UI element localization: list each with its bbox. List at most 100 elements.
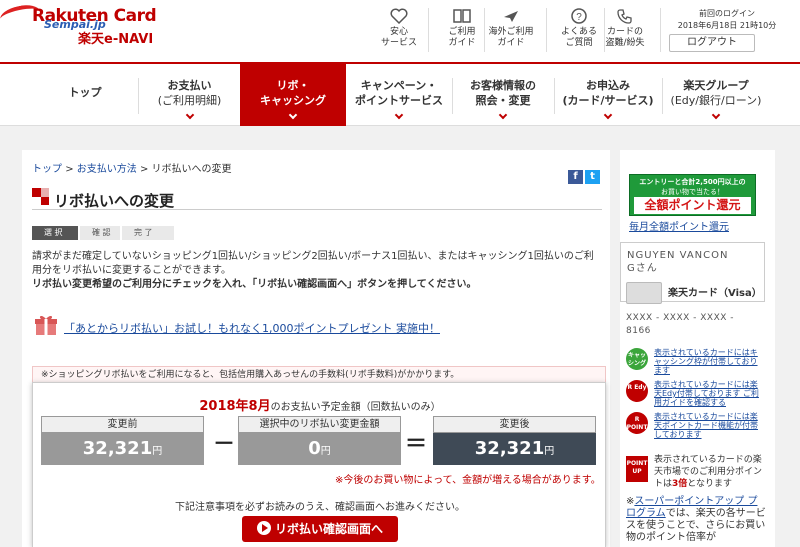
gift-icon (35, 315, 57, 335)
promo-link[interactable]: 「あとからリボ払い」お試し！もれなく1,000ポイントプレゼント 実施中！ (64, 320, 440, 336)
last-login: 前回のログイン 2018年6月18日 21時10分 (672, 8, 782, 32)
header-link-label: カードの 盗難/紛失 (605, 27, 645, 48)
banner-headline: 全額ポイント還元 (634, 197, 751, 214)
card-number: XXXX - XXXX - XXXX - 8166 (626, 313, 735, 336)
step-confirm: 確 認 (80, 226, 120, 240)
main-nav: トップ お支払い (ご利用明細) リボ・ キャッシング キャンペーン・ ポイント… (0, 62, 800, 126)
sidebar: エントリーと合計2,500円以上の お買い物で当たる！ 全額ポイント還元 毎月全… (620, 150, 775, 547)
description: 請求がまだ確定していないショッピング1回払い/ショッピング2回払い/ボーナス1回… (32, 250, 602, 292)
header-link-label: よくある ご質問 (560, 27, 597, 48)
nav-label: リボ・ (276, 79, 310, 92)
payment-heading-text: のお支払い予定金額（回数払いのみ） (270, 402, 441, 413)
banner-line-1: エントリーと合計2,500円以上の (639, 178, 746, 186)
last-login-time: 2018年6月18日 21時10分 (677, 21, 777, 30)
play-icon (256, 521, 271, 535)
header-link-label: ご利用 ガイド (448, 27, 476, 48)
before-change-box: 変更前 32,321円 (41, 416, 204, 466)
service-point-link[interactable]: 表示されているカードには楽天ポイントカード機能が付帯しております (654, 412, 760, 439)
nav-label: キャンペーン・ (360, 79, 438, 92)
user-name: NGUYEN VANCON (627, 250, 729, 261)
selected-amount-box: 選択中のリボ払い変更金額 0円 (238, 416, 401, 466)
revolving-confirm-label: リボ払い確認画面へ (274, 522, 383, 536)
logo-subtitle[interactable]: 楽天e-NAVI (78, 28, 153, 47)
nav-revolving-cashing[interactable]: リボ・ キャッシング (240, 64, 346, 126)
breadcrumb: トップ > お支払い方法 > リボ払いへの変更 (32, 160, 232, 175)
divider (546, 8, 547, 52)
breadcrumb-top[interactable]: トップ (32, 164, 62, 175)
payment-summary-card: 2018年8月のお支払い予定金額（回数払いのみ） 変更前 32,321円 － 選… (32, 382, 606, 547)
nav-label: お支払い (167, 79, 212, 92)
book-icon (453, 9, 471, 23)
nav-label: お客様情報の (470, 79, 536, 92)
breadcrumb-current: リボ払いへの変更 (151, 164, 232, 175)
point-up-info: POINT UP 表示されているカードの楽天市場でのご利用分ポイントは3倍となり… (620, 452, 765, 496)
nav-sublabel: (Edy/銀行/ローン) (670, 94, 762, 107)
selected-amount-label: 選択中のリボ払い変更金額 (238, 416, 401, 433)
campaign-link[interactable]: 毎月全額ポイント還元 (629, 218, 729, 233)
point-up-icon: POINT UP (626, 456, 648, 482)
chevron-down-icon (185, 110, 194, 120)
twitter-icon[interactable]: t (585, 170, 600, 184)
service-cashing-link[interactable]: 表示されているカードにはキャッシング枠が付帯しております (654, 348, 760, 375)
payment-summary-heading: 2018年8月のお支払い予定金額（回数払いのみ） (33, 395, 607, 414)
nav-sublabel: (ご利用明細) (157, 94, 222, 107)
heart-icon (390, 8, 408, 24)
selected-amount-value: 0円 (238, 433, 401, 465)
airplane-icon (504, 11, 518, 22)
after-change-value: 32,321円 (433, 433, 596, 465)
facebook-icon[interactable]: f (568, 170, 583, 184)
spu-info: ※スーパーポイントアップ プログラムでは、楽天の各サービスを使うことで、さらにお… (626, 496, 766, 543)
nav-sublabel: (カード/サービス) (562, 94, 654, 107)
service-point: R POINT 表示されているカードには楽天ポイントカード機能が付帯しております (626, 412, 766, 440)
point-campaign-banner[interactable]: エントリーと合計2,500円以上の お買い物で当たる！ 全額ポイント還元 (629, 174, 756, 216)
nav-application[interactable]: お申込み (カード/サービス) (554, 64, 662, 126)
header-link-lost-card[interactable]: カードの 盗難/紛失 (597, 8, 653, 49)
service-edy: R Edy 表示されているカードには楽天Edy付帯しております ご利用ガイドを確… (626, 380, 766, 408)
edy-icon: R Edy (626, 380, 648, 402)
chevron-down-icon (603, 110, 613, 120)
service-cashing: キャッシング 表示されているカードにはキャッシング枠が付帯しております (626, 348, 766, 376)
after-change-label: 変更後 (433, 416, 596, 433)
card-name: 楽天カード（Visa） (668, 288, 762, 299)
user-honorific: Gさん (627, 263, 658, 274)
nav-payment[interactable]: お支払い (ご利用明細) (139, 64, 240, 126)
chevron-down-icon (711, 110, 721, 120)
header-link-overseas[interactable]: 海外ご利用 ガイド (483, 8, 539, 49)
breadcrumb-payment-method[interactable]: お支払い方法 (77, 164, 137, 175)
nav-rakuten-group[interactable]: 楽天グループ (Edy/銀行/ローン) (662, 64, 770, 126)
svg-text:?: ? (576, 12, 582, 23)
title-mark-icon (32, 188, 50, 206)
description-instruction: リボ払い変更希望のご利用分にチェックを入れ、「リボ払い確認画面へ」ボタンを押して… (32, 279, 477, 290)
last-login-label: 前回のログイン (699, 9, 755, 18)
nav-customer-info[interactable]: お客様情報の 照会・変更 (452, 64, 554, 126)
before-change-label: 変更前 (41, 416, 204, 433)
divider (660, 8, 661, 52)
question-icon: ? (571, 8, 587, 24)
step-complete: 完 了 (122, 226, 174, 240)
share-buttons: ft (566, 169, 600, 184)
nav-campaign[interactable]: キャンペーン・ ポイントサービス (346, 64, 452, 126)
cashing-icon: キャッシング (626, 348, 648, 370)
amount-warning: ※今後のお買い物によって、金額が増える場合があります。 (335, 475, 601, 486)
minus-sign: － (213, 432, 236, 457)
chevron-down-icon (498, 110, 508, 120)
page-title: リボ払いへの変更 (54, 192, 175, 210)
nav-label: 楽天グループ (683, 79, 749, 92)
logout-button[interactable]: ログアウト (669, 34, 755, 52)
page-title-row: リボ払いへの変更 (32, 188, 602, 210)
before-change-value: 32,321円 (41, 433, 204, 465)
service-edy-link[interactable]: 表示されているカードには楽天Edy付帯しております ご利用ガイドを確認する (654, 380, 760, 407)
nav-sublabel: キャッシング (260, 94, 326, 107)
revolving-confirm-button[interactable]: リボ払い確認画面へ (242, 516, 398, 542)
description-text: 請求がまだ確定していないショッピング1回払い/ショッピング2回払い/ボーナス1回… (32, 251, 594, 276)
phone-icon (617, 9, 632, 24)
payment-month: 2018年8月 (199, 399, 271, 414)
header-link-guide[interactable]: ご利用 ガイド (434, 8, 490, 49)
nav-label: お申込み (586, 79, 630, 92)
breadcrumb-separator: > (65, 164, 74, 175)
nav-top[interactable]: トップ (32, 64, 138, 126)
header-link-safety[interactable]: 安心 サービス (371, 8, 427, 49)
breadcrumb-separator: > (139, 164, 149, 175)
header: Rakuten Card Sempai.jp 楽天e-NAVI 安心 サービス … (0, 0, 800, 62)
header-link-label: 安心 サービス (380, 27, 417, 48)
